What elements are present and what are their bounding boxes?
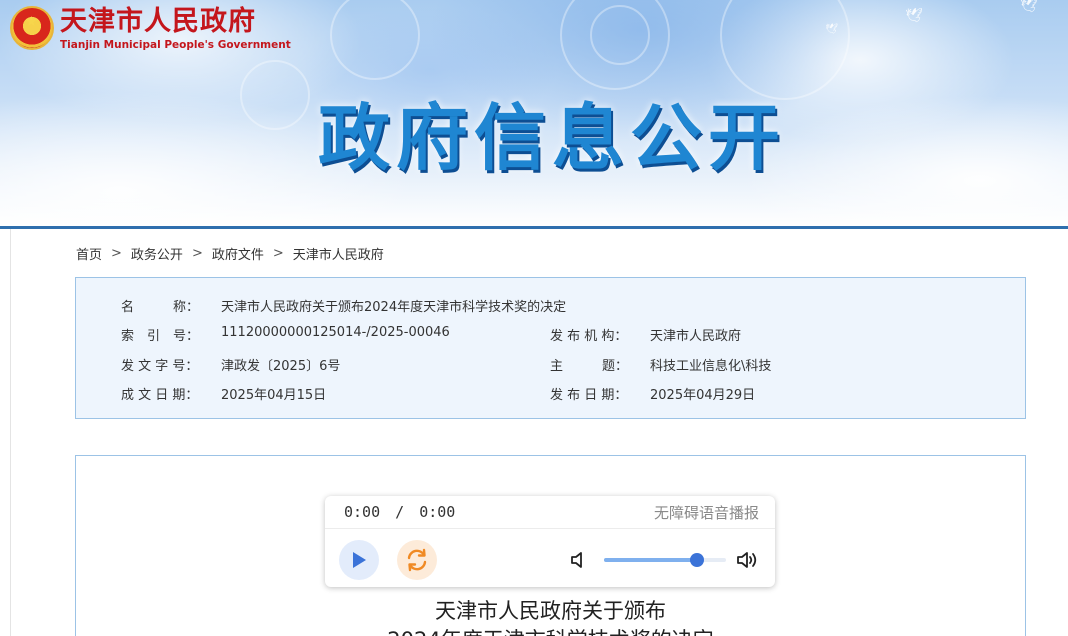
name-label: 名 称： (121, 300, 200, 315)
info-row-name: 名 称： 天津市人民政府关于颁布2024年度天津市科学技术奖的决定 (121, 296, 566, 315)
subject-value: 科技工业信息化\科技 (650, 359, 772, 374)
header-banner: 🕊 🕊 🕊 天津市人民政府 Tianjin Municipal People's… (0, 0, 1068, 226)
breadcrumb-tianjin-gov[interactable]: 天津市人民政府 (293, 244, 384, 263)
time-separator: / (395, 503, 405, 521)
document-title-line1: 天津市人民政府关于颁布 (435, 599, 666, 623)
national-emblem-icon (10, 6, 54, 50)
replay-button[interactable] (397, 540, 437, 580)
volume-slider[interactable] (604, 553, 726, 567)
breadcrumb-gov-affairs[interactable]: 政务公开 (131, 244, 183, 263)
site-name-en: Tianjin Municipal People's Government (60, 39, 291, 51)
volume-icon[interactable] (736, 550, 760, 570)
audio-player: 0:00 / 0:00 无障碍语音播报 (325, 496, 775, 587)
breadcrumb-separator: > (272, 246, 284, 261)
play-icon (353, 552, 366, 568)
player-time: 0:00 / 0:00 (344, 503, 455, 521)
accessibility-voice-label[interactable]: 无障碍语音播报 (654, 502, 759, 523)
index-value: 11120000000125014-/2025-00046 (221, 325, 450, 340)
total-time: 0:00 (419, 503, 456, 521)
banner-title: 政府信息公开 (318, 96, 787, 180)
volume-fill (604, 558, 697, 562)
document-title-line2: 2024年度天津市科学技术奖的决定 (75, 626, 1026, 636)
play-button[interactable] (339, 540, 379, 580)
breadcrumb-gov-documents[interactable]: 政府文件 (212, 244, 264, 263)
breadcrumb-separator: > (191, 246, 203, 261)
breadcrumb-home[interactable]: 首页 (76, 244, 102, 263)
docno-value: 津政发〔2025〕6号 (221, 359, 341, 374)
published-date-label: 发 布 日 期： (550, 388, 628, 403)
written-date-label: 成 文 日 期： (121, 388, 199, 403)
docno-label: 发 文 字 号： (121, 359, 199, 374)
volume-handle[interactable] (689, 553, 704, 567)
issuer-value: 天津市人民政府 (650, 329, 742, 344)
player-header: 0:00 / 0:00 无障碍语音播报 (325, 496, 775, 529)
info-row-index: 索 引 号： 11120000000125014-/2025-00046 (121, 325, 450, 344)
breadcrumb: 首页 > 政务公开 > 政府文件 > 天津市人民政府 (76, 244, 384, 263)
info-row-published-date: 发 布 日 期： 2025年04月29日 (550, 384, 755, 403)
replay-icon (407, 548, 427, 572)
document-info-panel: 名 称： 天津市人民政府关于颁布2024年度天津市科学技术奖的决定 索 引 号：… (75, 277, 1026, 419)
mute-icon[interactable] (570, 551, 586, 569)
info-row-issuer: 发 布 机 构： 天津市人民政府 (550, 325, 741, 344)
written-date-value: 2025年04月15日 (221, 388, 327, 403)
site-name-cn: 天津市人民政府 (60, 6, 256, 37)
banner-divider (0, 226, 1068, 229)
info-row-docno: 发 文 字 号： 津政发〔2025〕6号 (121, 355, 340, 374)
info-row-subject: 主 题： 科技工业信息化\科技 (550, 355, 771, 374)
current-time: 0:00 (344, 503, 381, 521)
subject-label: 主 题： (550, 359, 629, 374)
issuer-label: 发 布 机 构： (550, 329, 628, 344)
published-date-value: 2025年04月29日 (650, 388, 756, 403)
name-value: 天津市人民政府关于颁布2024年度天津市科学技术奖的决定 (221, 300, 567, 315)
index-label: 索 引 号： (121, 329, 200, 344)
breadcrumb-separator: > (111, 246, 122, 261)
site-logo[interactable]: 天津市人民政府 Tianjin Municipal People's Gover… (10, 6, 291, 51)
document-title: 天津市人民政府关于颁布 2024年度天津市科学技术奖的决定 (75, 597, 1026, 636)
side-divider (10, 229, 11, 636)
info-row-written-date: 成 文 日 期： 2025年04月15日 (121, 384, 326, 403)
page: 🕊 🕊 🕊 天津市人民政府 Tianjin Municipal People's… (0, 0, 1068, 636)
